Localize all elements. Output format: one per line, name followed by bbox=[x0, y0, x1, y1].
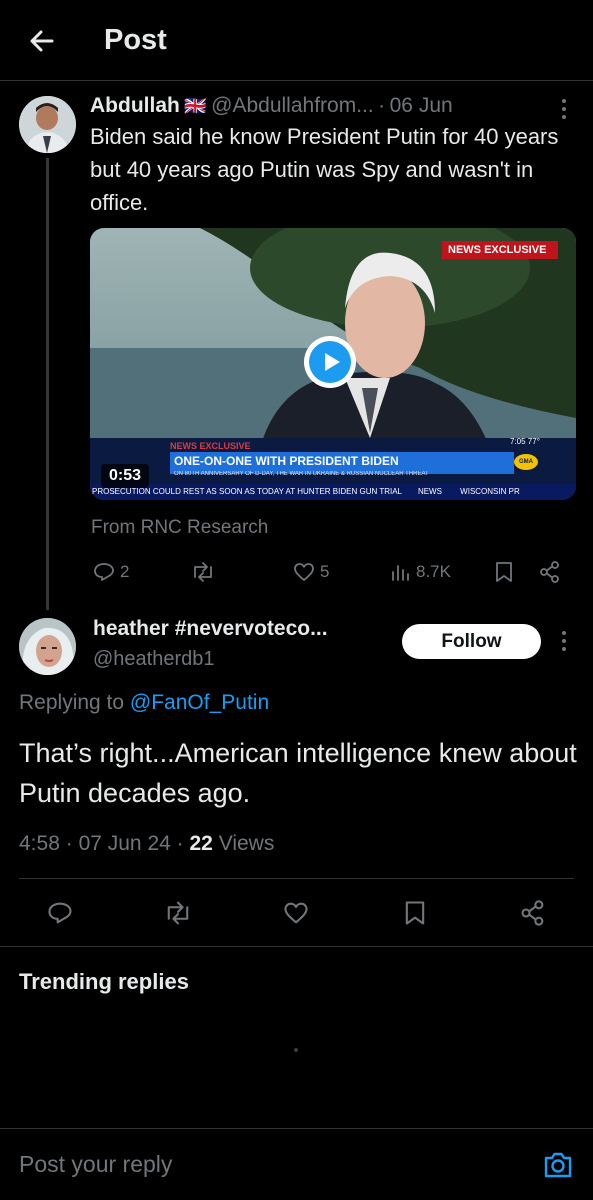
news-ticker: PROSECUTION COULD REST AS SOON AS TODAY … bbox=[90, 484, 576, 500]
reply-metadata: 4:58 · 07 Jun 24 · 22 Views bbox=[19, 832, 275, 855]
gma-badge: GMA bbox=[514, 454, 538, 470]
ticker-network: NEWS bbox=[417, 487, 442, 496]
thread-line bbox=[46, 158, 49, 610]
view-count: 8.7K bbox=[416, 562, 451, 581]
divider bbox=[0, 946, 593, 947]
heart-icon bbox=[294, 563, 314, 581]
reply-date: 07 Jun 24 bbox=[78, 832, 171, 855]
play-icon bbox=[325, 353, 340, 371]
reply-share-button[interactable] bbox=[519, 899, 547, 927]
post-date[interactable]: 06 Jun bbox=[390, 94, 453, 117]
analytics-icon bbox=[392, 565, 409, 581]
reply-views-label[interactable]: Views bbox=[219, 832, 275, 855]
separator: · bbox=[378, 94, 386, 117]
views-button[interactable]: 8.7K bbox=[390, 560, 451, 584]
reply-name-text: heather #nevervoteco... bbox=[93, 617, 328, 640]
share-button[interactable] bbox=[538, 560, 562, 584]
bookmark-button[interactable] bbox=[492, 560, 516, 584]
ticker-text: PROSECUTION COULD REST AS SOON AS TODAY … bbox=[92, 487, 402, 496]
camera-button[interactable] bbox=[542, 1150, 574, 1180]
back-button[interactable] bbox=[22, 22, 62, 62]
reply-input[interactable]: Post your reply bbox=[19, 1151, 172, 1178]
repost-icon bbox=[167, 901, 189, 925]
reply-text: That’s right...American intelligence kne… bbox=[19, 738, 577, 808]
reply-repost-button[interactable] bbox=[163, 899, 193, 927]
reply-composer[interactable]: Post your reply bbox=[0, 1129, 593, 1200]
ticker-right: WISCONSIN PR bbox=[460, 487, 520, 496]
reply-views-count: 22 bbox=[189, 832, 213, 855]
reply-icon bbox=[94, 563, 114, 581]
uk-flag-icon: 🇬🇧 bbox=[184, 96, 207, 116]
heart-icon bbox=[284, 902, 308, 924]
exclusive-tag: EXCLUSIVE bbox=[484, 244, 547, 256]
share-icon bbox=[521, 900, 544, 926]
divider bbox=[19, 878, 574, 879]
loading-indicator bbox=[294, 1048, 298, 1052]
replying-prefix: Replying to bbox=[19, 691, 125, 714]
replying-to: Replying to @FanOf_Putin bbox=[19, 691, 269, 715]
section-title: Trending replies bbox=[19, 969, 189, 994]
reply-button[interactable]: 2 bbox=[92, 560, 129, 584]
like-count: 5 bbox=[320, 562, 330, 581]
reply-avatar-image bbox=[19, 618, 76, 675]
replying-to-mention[interactable]: @FanOf_Putin bbox=[130, 691, 269, 714]
reply-time: 4:58 bbox=[19, 832, 60, 855]
play-circle bbox=[309, 341, 351, 383]
share-icon bbox=[540, 561, 559, 583]
reply-reply-button[interactable] bbox=[46, 899, 74, 927]
video-player[interactable]: NEWS EXCLUSIVE NEWS EXCLUSIVE ONE-ON-ONE… bbox=[90, 228, 576, 500]
video-duration: 0:53 bbox=[101, 464, 149, 488]
avatar[interactable] bbox=[19, 96, 76, 153]
follow-button[interactable]: Follow bbox=[402, 624, 541, 659]
bookmark-icon bbox=[405, 901, 425, 925]
more-vertical-icon bbox=[562, 631, 566, 651]
reply-avatar[interactable] bbox=[19, 618, 76, 675]
page-title: Post bbox=[104, 24, 167, 56]
more-options-button[interactable] bbox=[556, 96, 572, 122]
play-button[interactable] bbox=[304, 336, 356, 388]
reply-icon bbox=[48, 902, 72, 924]
reply-author-name[interactable]: heather #nevervoteco... bbox=[93, 617, 393, 641]
arrow-left-icon bbox=[30, 30, 54, 52]
subheadline: ON 80TH ANNIVERSARY OF D-DAY, THE WAR IN… bbox=[174, 471, 429, 477]
author-name[interactable]: Abdullah bbox=[90, 94, 180, 117]
time-temp: 7:05 77° bbox=[510, 437, 540, 446]
top-bar: Post bbox=[0, 0, 593, 81]
repost-button[interactable] bbox=[190, 560, 216, 584]
post-text: Biden said he know President Putin for 4… bbox=[90, 124, 559, 215]
reply-author-handle[interactable]: @heatherdb1 bbox=[93, 648, 215, 671]
reply-more-options-button[interactable] bbox=[556, 628, 572, 654]
more-vertical-icon bbox=[562, 99, 566, 119]
reply-count: 2 bbox=[120, 562, 130, 581]
reply-bookmark-button[interactable] bbox=[401, 899, 429, 927]
avatar-image bbox=[19, 96, 76, 153]
camera-icon bbox=[544, 1152, 572, 1178]
network-logo: NEWS bbox=[448, 244, 481, 256]
bookmark-icon bbox=[496, 562, 512, 582]
network-badge: NEWS EXCLUSIVE bbox=[442, 241, 558, 259]
repost-icon bbox=[194, 562, 212, 582]
lower-exclusive: NEWS EXCLUSIVE bbox=[170, 441, 251, 451]
reply-like-button[interactable] bbox=[282, 899, 310, 927]
source-attribution[interactable]: From RNC Research bbox=[91, 517, 268, 539]
like-button[interactable]: 5 bbox=[292, 560, 329, 584]
author-handle[interactable]: @Abdullahfrom... bbox=[211, 94, 374, 117]
headline-text: ONE-ON-ONE WITH PRESIDENT BIDEN bbox=[174, 454, 399, 468]
post-header: Abdullah 🇬🇧 @Abdullahfrom... · 06 Jun bbox=[90, 94, 560, 122]
